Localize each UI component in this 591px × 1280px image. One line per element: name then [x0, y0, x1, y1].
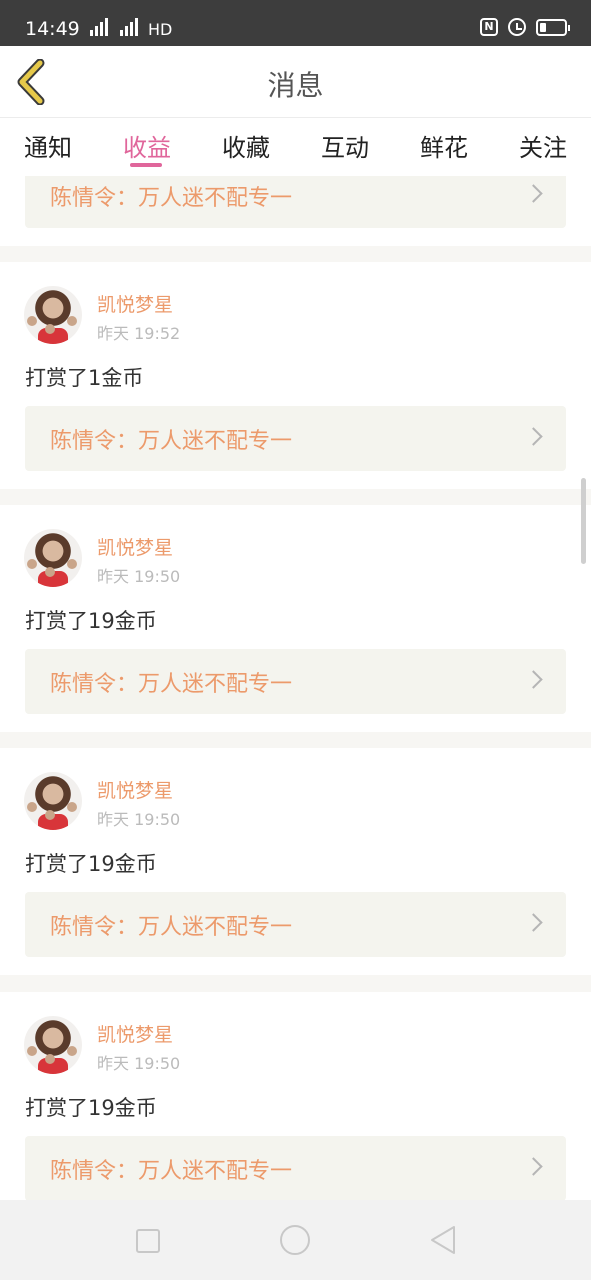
- work-link[interactable]: 陈情令：万人迷不配专一: [25, 649, 566, 714]
- tab-notification[interactable]: 通知: [24, 128, 72, 163]
- list-item: 凯悦梦星 昨天 19:52 打赏了1金币 陈情令：万人迷不配专一: [0, 262, 591, 489]
- sender-name[interactable]: 凯悦梦星: [97, 776, 173, 803]
- tab-earnings[interactable]: 收益: [123, 128, 171, 163]
- list-item: 凯悦梦星 昨天 19:50 打赏了19金币 陈情令：万人迷不配专一: [0, 992, 591, 1200]
- signal-icon-2: [120, 18, 138, 36]
- list-item: 陈情令：万人迷不配专一: [0, 176, 591, 246]
- avatar[interactable]: [24, 529, 82, 587]
- network-type: HD: [148, 20, 173, 39]
- message-text: 打赏了19金币: [25, 852, 157, 876]
- message-text: 打赏了19金币: [25, 1096, 157, 1120]
- scrollbar[interactable]: [581, 478, 586, 564]
- work-title: 陈情令：万人迷不配专一: [50, 186, 293, 211]
- battery-icon: [536, 18, 570, 36]
- avatar[interactable]: [24, 772, 82, 830]
- message-time: 昨天 19:50: [97, 567, 181, 586]
- avatar[interactable]: [24, 1016, 82, 1074]
- alarm-icon: [508, 18, 526, 36]
- signal-icon: [90, 18, 108, 36]
- tab-favorites[interactable]: 收藏: [222, 128, 270, 163]
- tab-interactions[interactable]: 互动: [321, 128, 369, 163]
- chevron-right-icon: [524, 184, 543, 203]
- status-time: 14:49: [25, 18, 80, 40]
- message-list[interactable]: 陈情令：万人迷不配专一 凯悦梦星 昨天 19:52 打赏了1金币 陈情令：万人迷…: [0, 176, 591, 1200]
- chevron-right-icon: [524, 1157, 543, 1176]
- work-title: 陈情令：万人迷不配专一: [50, 915, 293, 940]
- work-link[interactable]: 陈情令：万人迷不配专一: [25, 1136, 566, 1200]
- status-bar: 14:49 HD N: [0, 0, 591, 46]
- message-text: 打赏了1金币: [25, 366, 144, 390]
- sender-name[interactable]: 凯悦梦星: [97, 1020, 173, 1047]
- chevron-right-icon: [524, 670, 543, 689]
- work-title: 陈情令：万人迷不配专一: [50, 1159, 293, 1184]
- home-icon[interactable]: [280, 1225, 310, 1255]
- work-title: 陈情令：万人迷不配专一: [50, 672, 293, 697]
- tab-flowers[interactable]: 鲜花: [420, 128, 468, 163]
- recent-apps-icon[interactable]: [136, 1229, 160, 1253]
- avatar[interactable]: [24, 286, 82, 344]
- tab-following[interactable]: 关注: [519, 128, 567, 163]
- message-time: 昨天 19:50: [97, 810, 181, 829]
- message-text: 打赏了19金币: [25, 609, 157, 633]
- active-tab-indicator: [130, 163, 162, 167]
- sender-name[interactable]: 凯悦梦星: [97, 290, 173, 317]
- nfc-icon: N: [480, 18, 498, 36]
- work-link[interactable]: 陈情令：万人迷不配专一: [25, 176, 566, 228]
- chevron-right-icon: [524, 913, 543, 932]
- message-time: 昨天 19:50: [97, 1054, 181, 1073]
- list-item: 凯悦梦星 昨天 19:50 打赏了19金币 陈情令：万人迷不配专一: [0, 505, 591, 732]
- back-triangle-icon[interactable]: [428, 1224, 458, 1256]
- system-nav-bar: [0, 1200, 591, 1280]
- list-item: 凯悦梦星 昨天 19:50 打赏了19金币 陈情令：万人迷不配专一: [0, 748, 591, 975]
- page-title: 消息: [267, 69, 324, 102]
- chevron-right-icon: [524, 427, 543, 446]
- work-link[interactable]: 陈情令：万人迷不配专一: [25, 892, 566, 957]
- work-title: 陈情令：万人迷不配专一: [50, 429, 293, 454]
- sender-name[interactable]: 凯悦梦星: [97, 533, 173, 560]
- work-link[interactable]: 陈情令：万人迷不配专一: [25, 406, 566, 471]
- message-time: 昨天 19:52: [97, 324, 181, 343]
- app-header: 消息: [0, 46, 591, 118]
- tab-bar: 通知 收益 收藏 互动 鲜花 关注: [0, 118, 591, 176]
